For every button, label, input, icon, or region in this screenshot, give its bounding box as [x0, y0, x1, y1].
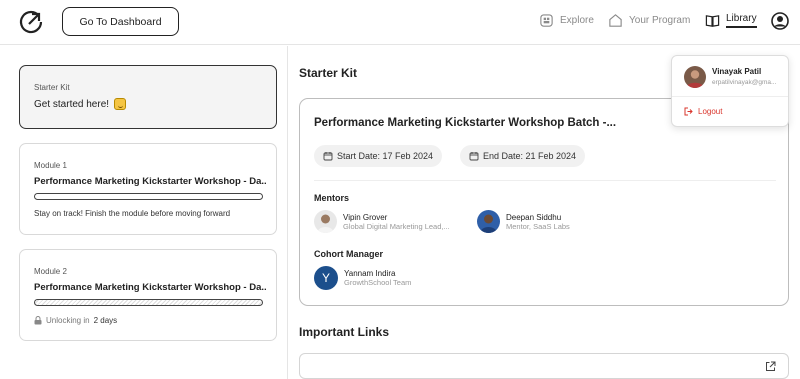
go-to-dashboard-button[interactable]: Go To Dashboard [62, 7, 179, 36]
batch-card: Performance Marketing Kickstarter Worksh… [299, 98, 789, 306]
lock-value: 2 days [93, 316, 118, 325]
mentor-role: Mentor, SaaS Labs [506, 221, 570, 231]
profile-email: erpatilvinayak@gma... [712, 79, 777, 86]
important-links-heading: Important Links [299, 325, 390, 339]
nav-library[interactable]: Library [705, 13, 757, 28]
growthschool-logo-icon[interactable] [18, 9, 44, 35]
logout-label: Logout [698, 107, 723, 116]
cohort-manager-role: GrowthSchool Team [344, 278, 412, 287]
starter-kit-label: Starter Kit [34, 83, 70, 92]
calendar-icon [469, 152, 479, 161]
nav-explore-label: Explore [560, 15, 594, 26]
module-2-progress-bar [34, 299, 263, 306]
important-link-item[interactable] [299, 353, 789, 379]
nav-explore[interactable]: Explore [539, 13, 594, 28]
mentors-heading: Mentors [314, 193, 350, 203]
cohort-manager-heading: Cohort Manager [314, 249, 384, 259]
avatar [684, 66, 706, 88]
external-link-icon[interactable] [765, 361, 776, 372]
dropdown-divider [672, 96, 788, 97]
profile-name: Vinayak Patil [712, 67, 762, 76]
cohort-manager-name: Yannam Indira [344, 269, 396, 278]
start-date-text: Start Date: 17 Feb 2024 [337, 151, 434, 161]
module-2-label: Module 2 [34, 267, 67, 276]
smile-emoji-icon [114, 98, 127, 110]
batch-title: Performance Marketing Kickstarter Worksh… [314, 117, 617, 129]
get-started-text: Get started here! [34, 98, 110, 110]
module-2-card[interactable]: Module 2 Performance Marketing Kickstart… [19, 249, 277, 341]
calendar-icon [323, 152, 333, 161]
nav-library-label: Library [726, 13, 757, 28]
module-1-progress-bar [34, 193, 263, 200]
start-date-pill: Start Date: 17 Feb 2024 [314, 145, 443, 167]
mentor-role: Global Digital Marketing Lead,... [343, 221, 450, 231]
mentor-name: Vipin Grover [343, 212, 388, 222]
avatar [314, 210, 337, 233]
lock-prefix: Unlocking in [46, 316, 90, 325]
user-circle-icon[interactable] [771, 12, 789, 30]
batch-divider [314, 180, 776, 181]
get-started-line: Get started here! [34, 98, 127, 110]
avatar: Y [314, 266, 338, 290]
end-date-pill: End Date: 21 Feb 2024 [460, 145, 586, 167]
module-1-title: Performance Marketing Kickstarter Worksh… [34, 176, 266, 187]
starter-kit-card[interactable]: Starter Kit Get started here! [19, 65, 277, 129]
explore-icon [540, 14, 553, 27]
mentor-item: Vipin Grover Global Digital Marketing Le… [314, 210, 450, 233]
cohort-manager-item: Y Yannam Indira GrowthSchool Team [314, 266, 411, 290]
logout-icon [684, 107, 693, 116]
end-date-text: End Date: 21 Feb 2024 [483, 151, 577, 161]
logout-button[interactable]: Logout [684, 107, 722, 116]
avatar [477, 210, 500, 233]
book-icon [705, 15, 720, 27]
module-sidebar: Starter Kit Get started here! Module 1 P… [0, 46, 288, 379]
module-2-title: Performance Marketing Kickstarter Worksh… [34, 282, 266, 293]
mentor-item: Deepan Siddhu Mentor, SaaS Labs [477, 210, 570, 233]
profile-dropdown: Vinayak Patil erpatilvinayak@gma... Logo… [671, 55, 789, 127]
top-header: Go To Dashboard Explore Your Program Lib… [0, 0, 800, 45]
home-icon [609, 14, 622, 27]
mentor-name: Deepan Siddhu [506, 212, 562, 222]
nav-your-program[interactable]: Your Program [608, 13, 690, 28]
module-1-card[interactable]: Module 1 Performance Marketing Kickstart… [19, 143, 277, 235]
page-title: Starter Kit [299, 66, 358, 80]
lock-icon [34, 316, 42, 325]
module-1-note: Stay on track! Finish the module before … [34, 209, 231, 218]
nav-your-program-label: Your Program [629, 15, 691, 26]
module-2-lock-status: Unlocking in 2 days [34, 316, 117, 325]
module-1-label: Module 1 [34, 161, 67, 170]
